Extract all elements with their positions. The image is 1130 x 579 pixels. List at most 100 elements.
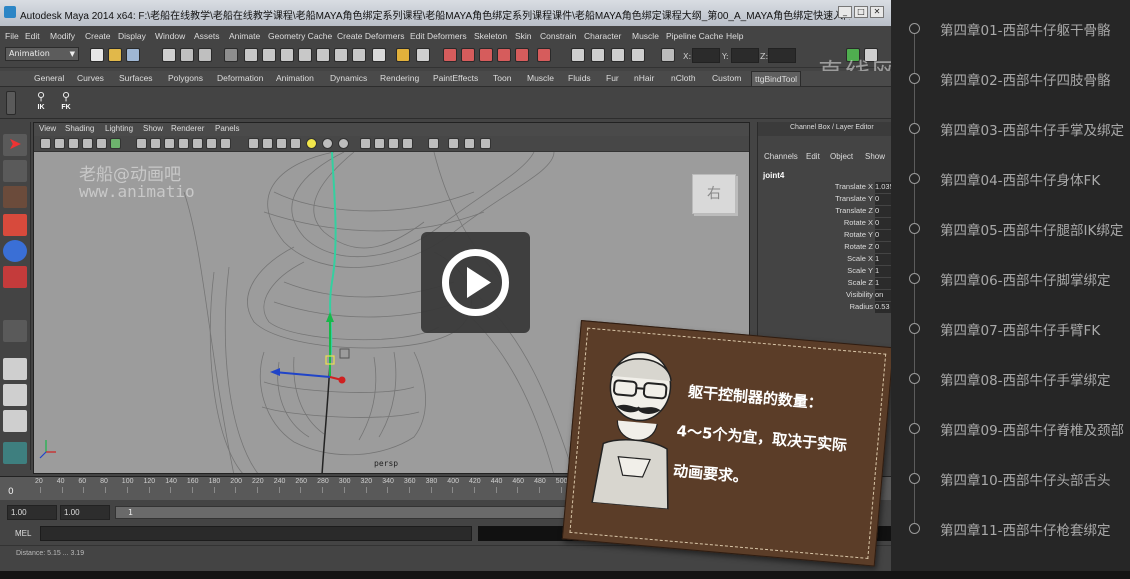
attr-value[interactable]: 0 [875,218,891,229]
ipr-render-icon[interactable] [461,48,475,62]
menu-item[interactable]: Geometry Cache [268,31,332,41]
snap-surface-icon[interactable] [316,48,330,62]
toggle-tool-icon[interactable] [591,48,605,62]
menu-item[interactable]: Window [155,31,185,41]
snap-grid-icon[interactable] [244,48,258,62]
layout-persp-icon[interactable] [3,442,27,464]
menu-item[interactable]: Pipeline Cache [666,31,723,41]
save-scene-icon[interactable] [126,48,140,62]
snap-curve-icon[interactable] [262,48,276,62]
attr-value[interactable]: 1 [875,266,891,277]
attr-row[interactable]: Radius 0.53 [758,302,891,314]
attr-value[interactable]: 0 [875,206,891,217]
attr-value[interactable]: on [875,290,891,301]
wireframe-icon[interactable] [248,138,259,149]
paint-select-icon[interactable] [3,186,27,208]
attr-row[interactable]: Visibility on [758,290,891,302]
tab-muscle[interactable]: Muscle [524,71,557,86]
menu-item[interactable]: Help [726,31,743,41]
select-tool-icon[interactable]: ➤ [3,134,27,156]
select-object-icon[interactable] [180,48,194,62]
playlist-item[interactable]: 第四章07-西部牛仔手臂FK [891,309,1130,349]
all-lights-icon[interactable] [322,138,333,149]
attr-value[interactable]: 0 [875,194,891,205]
snap-point-icon[interactable] [280,48,294,62]
menu-item[interactable]: Skin [515,31,532,41]
cb-menu-edit[interactable]: Edit [806,152,820,161]
menu-item[interactable]: Animate [229,31,260,41]
shadows-icon[interactable] [338,138,349,149]
attr-value[interactable]: 0 [875,230,891,241]
xray-components-icon[interactable] [402,138,413,149]
playlist-item[interactable]: 第四章02-西部牛仔四肢骨骼 [891,59,1130,99]
render-frame-icon[interactable] [443,48,457,62]
xray-joints-icon[interactable] [388,138,399,149]
lasso-tool-icon[interactable] [3,160,27,182]
attr-value[interactable]: 0 [875,242,891,253]
mel-input[interactable] [40,526,472,541]
select-component-icon[interactable] [198,48,212,62]
smooth-shade-icon[interactable] [262,138,273,149]
playback-start-field[interactable]: 1.00 [60,505,110,520]
scale-tool-icon[interactable] [3,266,27,288]
field-chart-icon[interactable] [192,138,203,149]
playlist-item[interactable]: 第四章08-西部牛仔手掌绑定 [891,359,1130,399]
relative-transform-icon[interactable] [661,48,675,62]
cb-menu-channels[interactable]: Channels [764,152,798,161]
menu-item[interactable]: Edit Deformers [410,31,467,41]
vp-menu-renderer[interactable]: Renderer [171,124,204,133]
tab-toon[interactable]: Toon [490,71,514,86]
tab-general[interactable]: General [31,71,67,86]
grid-icon[interactable] [136,138,147,149]
history-icon[interactable] [334,48,348,62]
default-light-icon[interactable] [306,138,317,149]
playlist-item[interactable]: 第四章11-西部牛仔枪套绑定 [891,509,1130,549]
xray-icon[interactable] [374,138,385,149]
tab-fluids[interactable]: Fluids [565,71,594,86]
select-hierarchy-icon[interactable] [162,48,176,62]
viewport2-icon[interactable] [448,138,459,149]
tab-polygons[interactable]: Polygons [165,71,206,86]
toggle-channel-icon[interactable] [611,48,625,62]
help-icon[interactable] [372,48,386,62]
attr-value[interactable]: 1 [875,254,891,265]
hq-render-icon[interactable] [428,138,439,149]
maximize-icon[interactable]: □ [854,6,868,18]
cb-menu-object[interactable]: Object [830,152,853,161]
tab-surfaces[interactable]: Surfaces [116,71,156,86]
vp-menu-view[interactable]: View [39,124,56,133]
wireframe-on-shaded-icon[interactable] [276,138,287,149]
cb-menu-show[interactable]: Show [865,152,885,161]
playlist-item[interactable]: 第四章01-西部牛仔躯干骨骼 [891,9,1130,49]
toggle-attr-icon[interactable] [571,48,585,62]
attr-value[interactable]: 1.035 [875,182,891,193]
playlist-item[interactable]: 第四章03-西部牛仔手掌及绑定 [891,109,1130,149]
menu-item[interactable]: Create [85,31,111,41]
attr-row[interactable]: Translate Y0 [758,194,891,206]
menu-item[interactable]: Character [584,31,621,41]
attr-row[interactable]: Rotate Y0 [758,230,891,242]
tab-ncloth[interactable]: nCloth [668,71,699,86]
x-input[interactable] [692,48,720,63]
menu-item[interactable]: Skeleton [474,31,507,41]
move-tool-icon[interactable] [3,214,27,236]
gate-mask-icon[interactable] [178,138,189,149]
image-plane-icon[interactable] [82,138,93,149]
playlist-item[interactable]: 第四章06-西部牛仔脚掌绑定 [891,259,1130,299]
playlist-item[interactable]: 第四章04-西部牛仔身体FK [891,159,1130,199]
playlist-item[interactable]: 第四章10-西部牛仔头部舌头 [891,459,1130,499]
camera-attr-icon[interactable] [54,138,65,149]
camera-select-icon[interactable] [40,138,51,149]
shelf-menu-icon[interactable] [6,91,16,115]
safe-action-icon[interactable] [206,138,217,149]
snap-plane-icon[interactable] [298,48,312,62]
safe-title-icon[interactable] [220,138,231,149]
layout-single-icon[interactable] [3,358,27,380]
vp-menu-panels[interactable]: Panels [215,124,239,133]
rotate-tool-icon[interactable] [3,240,27,262]
layout-four-icon[interactable] [3,384,27,406]
layout-two-icon[interactable] [3,410,27,432]
play-button[interactable] [421,232,530,333]
vp-menu-shading[interactable]: Shading [65,124,94,133]
hypershade-icon[interactable] [497,48,511,62]
